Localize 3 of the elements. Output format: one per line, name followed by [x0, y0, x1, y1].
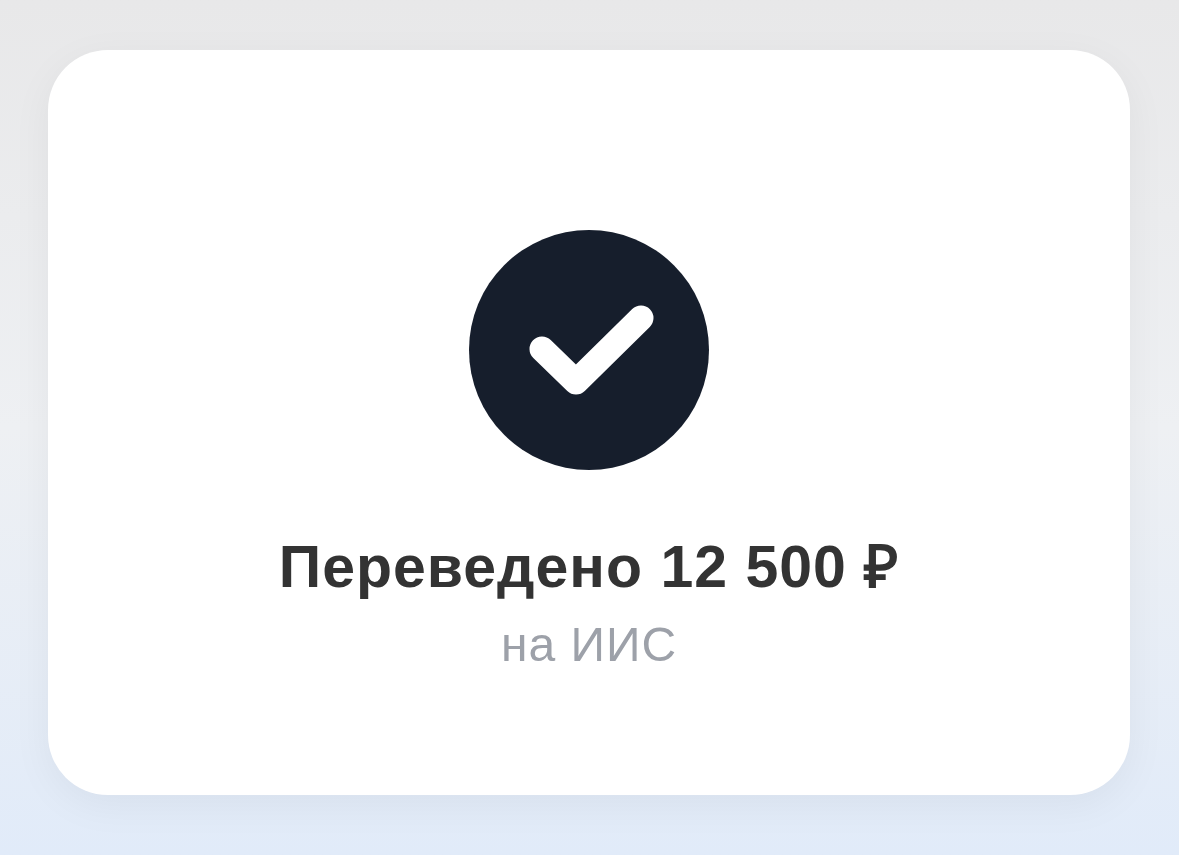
transfer-title: Переведено 12 500 ₽: [278, 533, 900, 602]
check-circle-icon: [469, 230, 709, 470]
transfer-subtitle: на ИИС: [500, 617, 678, 673]
